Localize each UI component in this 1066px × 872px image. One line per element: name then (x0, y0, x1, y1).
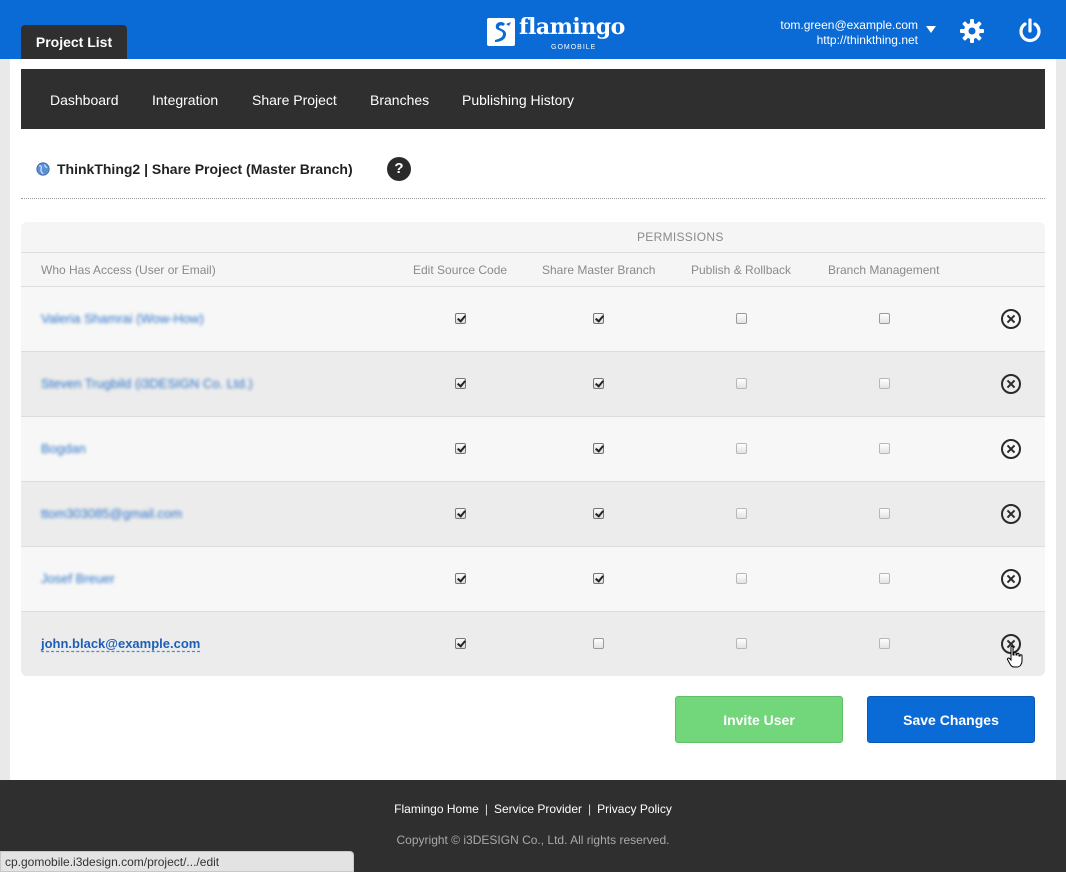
checkbox-share-master[interactable] (593, 378, 604, 389)
subnav-publishing-history[interactable]: Publishing History (462, 69, 574, 129)
browser-status-bar: cp.gomobile.i3design.com/project/.../edi… (0, 851, 354, 872)
checkbox-publish-rollback[interactable] (736, 573, 747, 584)
table-row: john.black@example.com (21, 612, 1045, 676)
checkbox-share-master[interactable] (593, 508, 604, 519)
subnav-dashboard[interactable]: Dashboard (50, 69, 119, 129)
table-row: ttom303085@gmail.com (21, 482, 1045, 547)
checkbox-branch-management[interactable] (879, 443, 890, 454)
tab-project-list[interactable]: Project List (21, 25, 127, 59)
user-link[interactable]: john.black@example.com (41, 636, 200, 651)
user-link[interactable]: Valeria Shamrai (Wow-How) (41, 311, 204, 326)
column-header-publish-rollback: Publish & Rollback (691, 263, 792, 277)
user-link[interactable]: Bogdan (41, 441, 86, 456)
table-header-row: Who Has Access (User or Email) Edit Sour… (21, 254, 1045, 287)
column-header-user: Who Has Access (User or Email) (41, 263, 216, 277)
footer-link-service-provider[interactable]: Service Provider (488, 802, 588, 816)
user-menu[interactable]: tom.green@example.com http://thinkthing.… (780, 18, 918, 48)
permissions-group-header: PERMISSIONS (21, 222, 1045, 253)
table-row: Steven Trugbild (i3DESIGN Co. Ltd.) (21, 352, 1045, 417)
checkbox-edit-source[interactable] (455, 378, 466, 389)
checkbox-branch-management[interactable] (879, 313, 890, 324)
user-site: http://thinkthing.net (816, 33, 918, 47)
divider (21, 198, 1045, 199)
column-header-branch-management: Branch Management (828, 263, 940, 277)
remove-user-icon[interactable] (1001, 374, 1021, 394)
remove-user-icon[interactable] (1001, 309, 1021, 329)
permissions-label: PERMISSIONS (637, 230, 724, 244)
footer-links: Flamingo Home | Service Provider | Privacy P… (0, 802, 1066, 816)
subnav-branches[interactable]: Branches (370, 69, 429, 129)
checkbox-edit-source[interactable] (455, 313, 466, 324)
checkbox-share-master[interactable] (593, 638, 604, 649)
help-icon[interactable]: ? (387, 157, 411, 181)
project-subnav: Dashboard Integration Share Project Bran… (21, 69, 1045, 129)
checkbox-publish-rollback[interactable] (736, 508, 747, 519)
checkbox-branch-management[interactable] (879, 638, 890, 649)
checkbox-branch-management[interactable] (879, 573, 890, 584)
table-row: Bogdan (21, 417, 1045, 482)
user-link[interactable]: ttom303085@gmail.com (41, 506, 182, 521)
copyright: Copyright © i3DESIGN Co., Ltd. All right… (396, 833, 670, 847)
remove-user-icon[interactable] (1001, 569, 1021, 589)
checkbox-share-master[interactable] (593, 313, 604, 324)
flamingo-logo-icon (487, 18, 515, 46)
chevron-down-icon[interactable] (926, 26, 936, 33)
column-header-share-master: Share Master Branch (542, 263, 656, 277)
save-changes-button[interactable]: Save Changes (867, 696, 1035, 743)
checkbox-share-master[interactable] (593, 443, 604, 454)
checkbox-branch-management[interactable] (879, 508, 890, 519)
gear-icon[interactable] (958, 17, 986, 45)
table-row: Josef Breuer (21, 547, 1045, 612)
table-row: Valeria Shamrai (Wow-How) (21, 287, 1045, 352)
checkbox-branch-management[interactable] (879, 378, 890, 389)
column-header-edit-source: Edit Source Code (413, 263, 508, 277)
subnav-share-project[interactable]: Share Project (252, 69, 337, 129)
checkbox-publish-rollback[interactable] (736, 443, 747, 454)
globe-icon (36, 162, 50, 176)
remove-user-icon[interactable] (1001, 504, 1021, 524)
remove-user-icon[interactable] (1001, 439, 1021, 459)
checkbox-edit-source[interactable] (455, 443, 466, 454)
checkbox-publish-rollback[interactable] (736, 378, 747, 389)
invite-user-button[interactable]: Invite User (675, 696, 843, 743)
logo-subtitle: GOMOBILE (551, 44, 597, 51)
user-link[interactable]: Josef Breuer (41, 571, 115, 586)
footer-link-privacy-policy[interactable]: Privacy Policy (591, 802, 678, 816)
power-icon[interactable] (1016, 17, 1044, 45)
checkbox-edit-source[interactable] (455, 508, 466, 519)
hand-cursor-icon (1006, 645, 1023, 668)
subnav-integration[interactable]: Integration (152, 69, 218, 129)
footer-link-flamingo-home[interactable]: Flamingo Home (388, 802, 485, 816)
top-bar: Project List flamingo GOMOBILE tom.green… (0, 0, 1066, 59)
logo-text: flamingo (519, 14, 625, 40)
checkbox-edit-source[interactable] (455, 638, 466, 649)
user-link[interactable]: Steven Trugbild (i3DESIGN Co. Ltd.) (41, 376, 253, 391)
checkbox-publish-rollback[interactable] (736, 313, 747, 324)
user-email: tom.green@example.com (780, 18, 918, 32)
permissions-table: PERMISSIONS Who Has Access (User or Emai… (21, 222, 1045, 676)
page-heading: ThinkThing2 | Share Project (Master Bran… (36, 158, 353, 180)
checkbox-share-master[interactable] (593, 573, 604, 584)
checkbox-publish-rollback[interactable] (736, 638, 747, 649)
checkbox-edit-source[interactable] (455, 573, 466, 584)
page-title: ThinkThing2 | Share Project (Master Bran… (57, 161, 353, 177)
